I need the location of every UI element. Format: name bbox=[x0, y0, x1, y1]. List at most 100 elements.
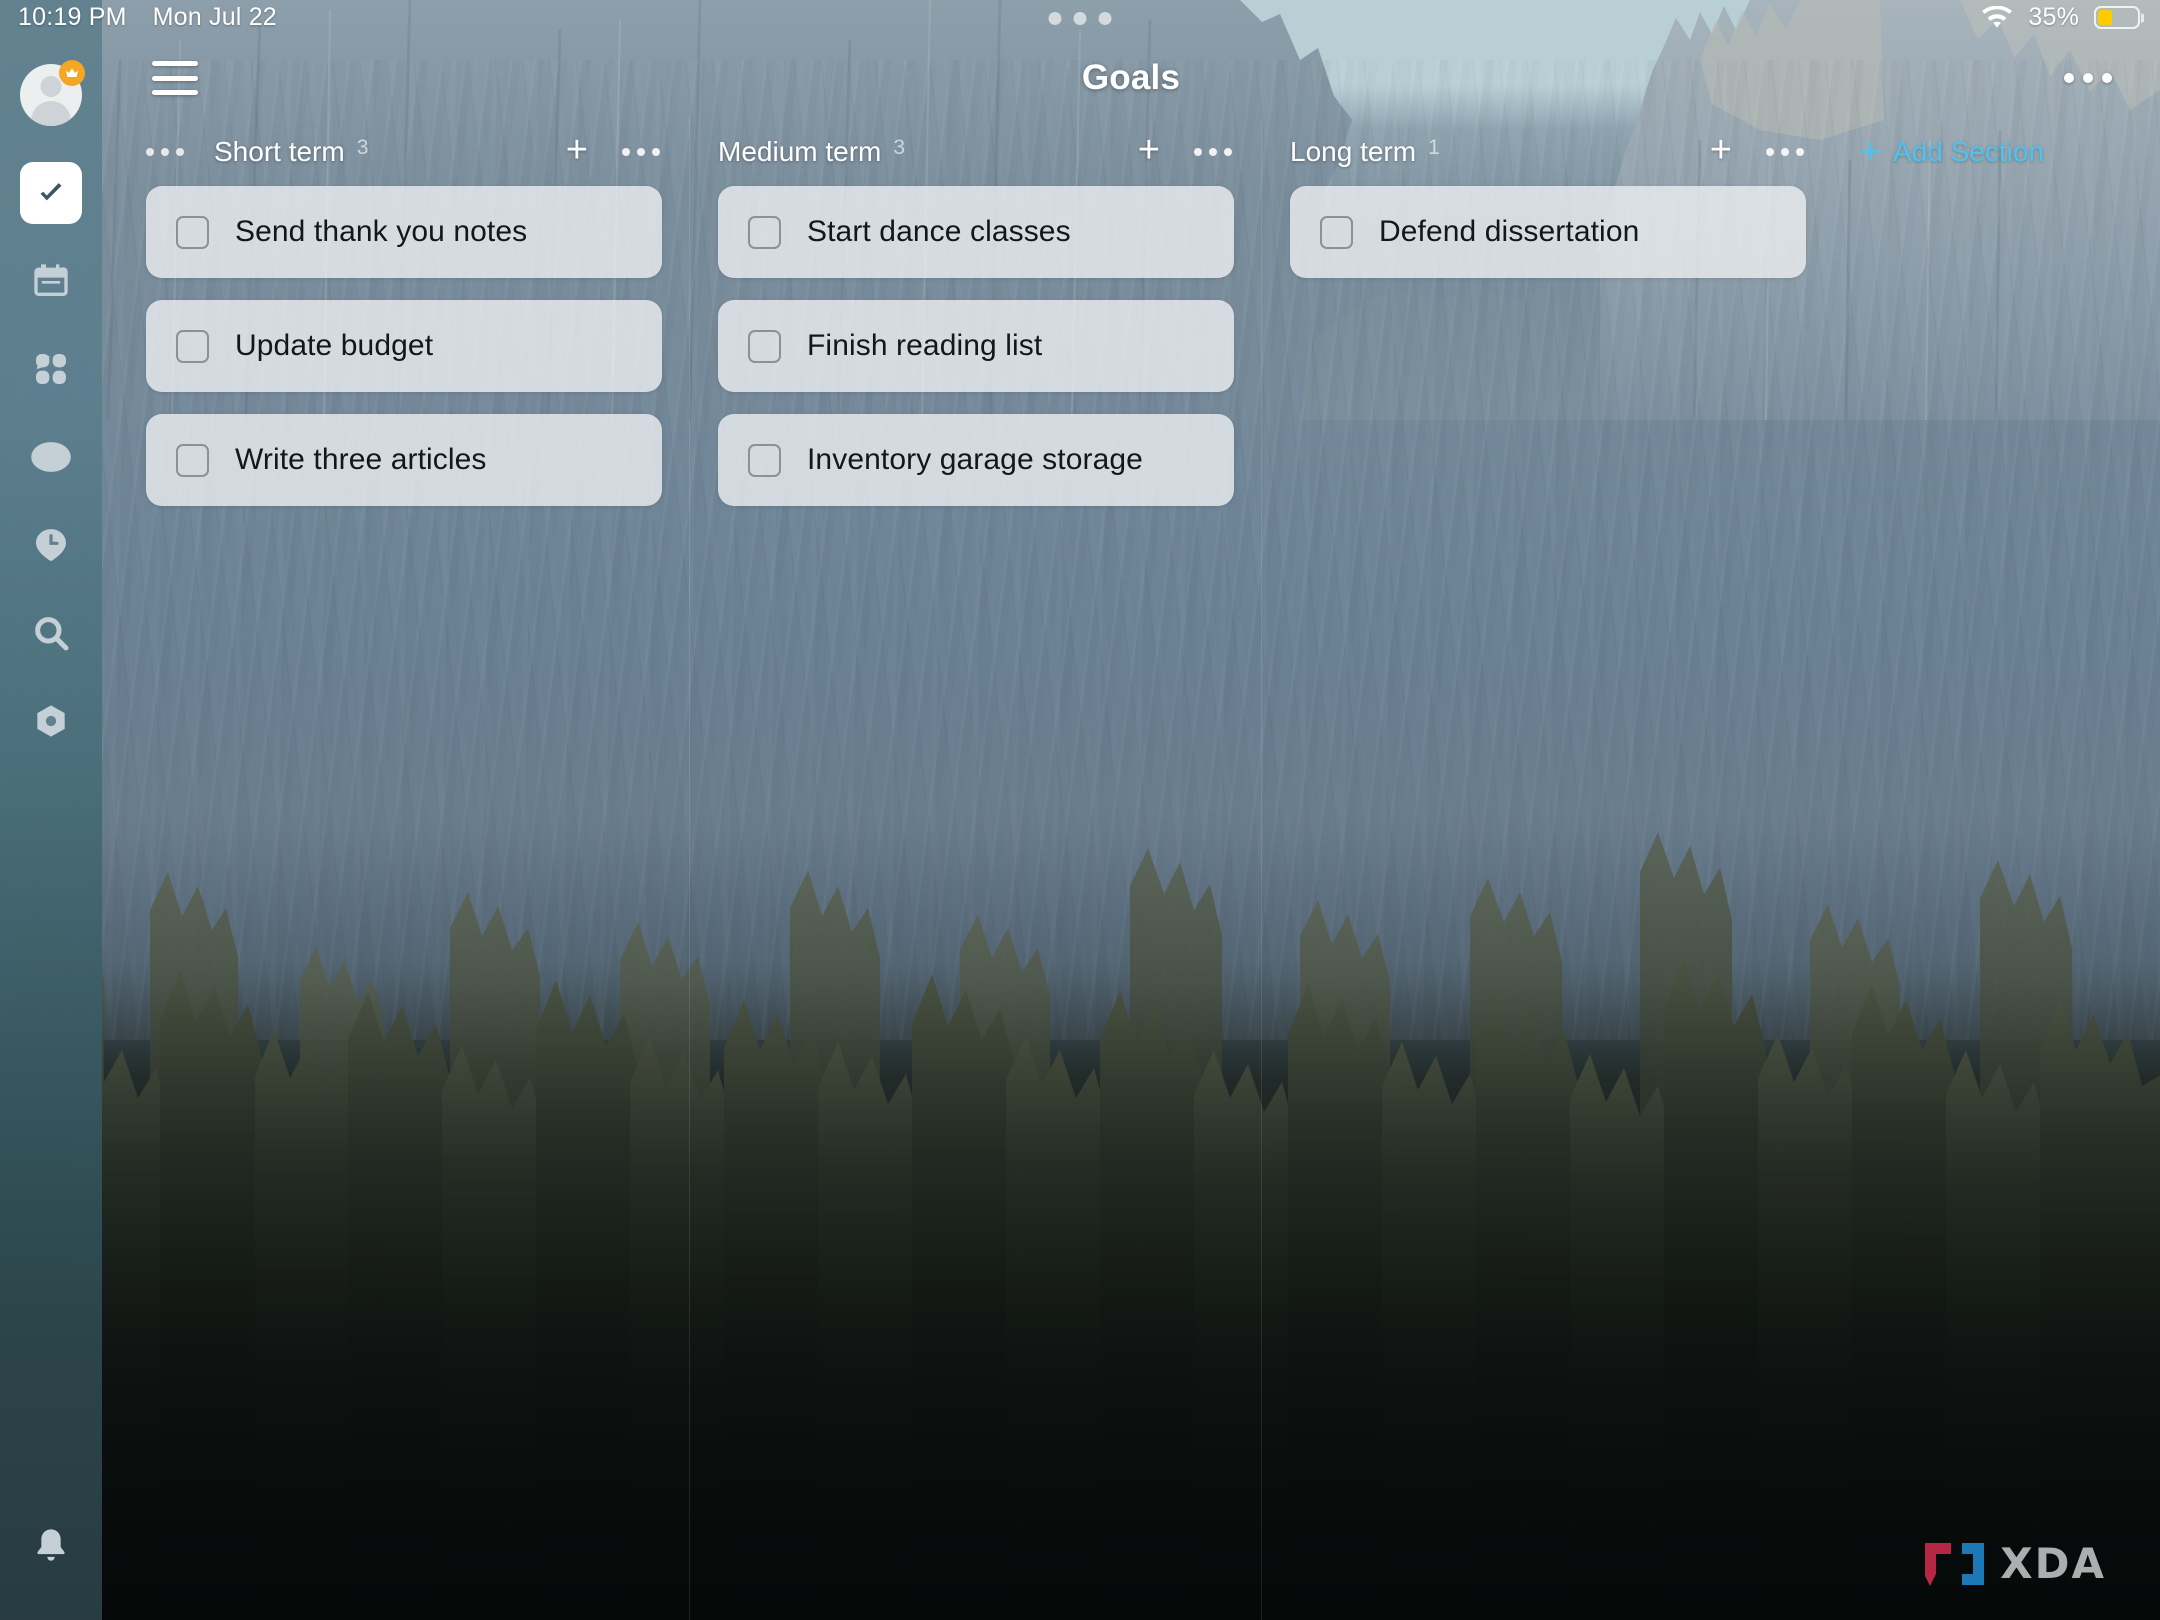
column-title: Short term bbox=[214, 136, 345, 167]
task-list: Send thank you notes Update budget Write… bbox=[132, 186, 676, 506]
add-task-plus-icon[interactable]: + bbox=[1138, 131, 1160, 169]
task-checkbox[interactable] bbox=[748, 215, 781, 249]
plus-icon: + bbox=[1860, 129, 1882, 171]
column-task-count: 3 bbox=[893, 136, 906, 159]
more-dot bbox=[2083, 73, 2093, 83]
add-task-plus-icon[interactable]: + bbox=[1710, 131, 1732, 169]
wifi-icon bbox=[1982, 5, 2013, 28]
column-task-count: 3 bbox=[356, 136, 369, 159]
task-checkbox[interactable] bbox=[176, 329, 209, 363]
task-checkbox[interactable] bbox=[1320, 215, 1353, 249]
more-dot bbox=[652, 148, 660, 156]
header-more-options-icon[interactable] bbox=[2064, 73, 2112, 83]
handle-dot bbox=[1048, 12, 1062, 25]
search-icon bbox=[35, 617, 69, 651]
column-header: Medium term 3 + bbox=[704, 118, 1248, 186]
board-column-long-term: Long term 1 + Defend dissertation bbox=[1262, 118, 1834, 1620]
status-bar-left: 10:19 PM Mon Jul 22 bbox=[18, 3, 277, 32]
handle-dot bbox=[146, 148, 154, 156]
column-header: Long term 1 + bbox=[1276, 118, 1820, 186]
more-dot bbox=[1209, 148, 1217, 156]
sidebar-item-calendar[interactable] bbox=[20, 250, 82, 312]
battery-fill bbox=[2098, 10, 2112, 25]
xda-left-bracket-icon bbox=[1925, 1542, 1952, 1586]
kanban-board: Short term 3 + Send thank you notes Upda… bbox=[102, 118, 2160, 1620]
settings-gear-icon bbox=[37, 705, 65, 737]
column-task-count: 1 bbox=[1428, 136, 1440, 159]
task-title: Finish reading list bbox=[807, 329, 1043, 362]
more-dot bbox=[1796, 148, 1804, 156]
battery-low-power-icon bbox=[2094, 6, 2140, 29]
sidebar-item-search[interactable] bbox=[20, 602, 82, 664]
task-title: Inventory garage storage bbox=[807, 443, 1143, 476]
app-header: Goals bbox=[102, 38, 2160, 118]
grid-habit-icon bbox=[36, 354, 66, 384]
xda-watermark: XDA bbox=[1923, 1539, 2106, 1588]
sidebar-item-habits[interactable] bbox=[20, 338, 82, 400]
sidebar-nav bbox=[20, 162, 82, 778]
add-section-label: Add Section bbox=[1893, 136, 2045, 167]
task-card[interactable]: Send thank you notes bbox=[146, 186, 662, 278]
xda-right-bracket-icon bbox=[1962, 1542, 1985, 1585]
status-time: 10:19 PM bbox=[18, 3, 127, 31]
task-checkbox[interactable] bbox=[176, 215, 209, 249]
avatar[interactable] bbox=[20, 60, 85, 126]
task-card[interactable]: Update budget bbox=[146, 300, 662, 392]
task-title: Update budget bbox=[235, 329, 434, 362]
more-dot bbox=[2102, 73, 2112, 83]
task-title: Start dance classes bbox=[807, 215, 1071, 248]
more-dot bbox=[1781, 148, 1789, 156]
add-section-button[interactable]: + Add Section bbox=[1834, 118, 2044, 186]
sidebar-item-settings[interactable] bbox=[20, 690, 82, 752]
column-more-options-icon[interactable] bbox=[1194, 148, 1232, 156]
task-title: Defend dissertation bbox=[1379, 215, 1640, 248]
task-list: Defend dissertation bbox=[1276, 186, 1820, 278]
status-bar-right: 35% bbox=[1981, 3, 2140, 32]
battery-percent: 35% bbox=[2028, 3, 2079, 31]
column-more-options-icon[interactable] bbox=[1766, 148, 1804, 156]
task-card[interactable]: Inventory garage storage bbox=[718, 414, 1234, 506]
column-drag-handle[interactable] bbox=[146, 148, 184, 156]
task-title: Write three articles bbox=[235, 443, 487, 476]
sidebar-item-focus[interactable] bbox=[20, 426, 82, 488]
more-dot bbox=[1224, 148, 1232, 156]
column-title: Medium term bbox=[718, 136, 882, 167]
task-card[interactable]: Start dance classes bbox=[718, 186, 1234, 278]
task-checkbox[interactable] bbox=[748, 329, 781, 363]
column-title: Long term bbox=[1290, 136, 1417, 167]
task-list: Start dance classes Finish reading list … bbox=[704, 186, 1248, 506]
sidebar-item-notifications[interactable] bbox=[20, 1514, 82, 1576]
handle-dot bbox=[1073, 12, 1087, 25]
task-checkbox[interactable] bbox=[176, 443, 209, 477]
xda-wordmark: XDA bbox=[2000, 1539, 2106, 1588]
target-eye-icon bbox=[31, 442, 71, 472]
more-dot bbox=[1194, 148, 1202, 156]
more-dot bbox=[637, 148, 645, 156]
multitasking-handle[interactable] bbox=[1048, 12, 1112, 25]
page-title: Goals bbox=[1081, 58, 1181, 97]
more-dot bbox=[1766, 148, 1774, 156]
board-column-short-term: Short term 3 + Send thank you notes Upda… bbox=[118, 118, 690, 1620]
calendar-icon bbox=[34, 264, 68, 296]
column-header: Short term 3 + bbox=[132, 118, 676, 186]
app-sidebar bbox=[0, 0, 102, 1620]
status-date: Mon Jul 22 bbox=[152, 3, 277, 31]
bell-icon bbox=[37, 1529, 65, 1561]
handle-dot bbox=[161, 148, 169, 156]
add-task-plus-icon[interactable]: + bbox=[566, 131, 588, 169]
xda-brackets-icon bbox=[1923, 1541, 1986, 1587]
sidebar-item-pomodoro[interactable] bbox=[20, 514, 82, 576]
task-title: Send thank you notes bbox=[235, 215, 528, 248]
task-card[interactable]: Defend dissertation bbox=[1290, 186, 1806, 278]
more-dot bbox=[2064, 73, 2074, 83]
sidebar-item-tasks[interactable] bbox=[20, 162, 82, 224]
handle-dot bbox=[1098, 12, 1112, 25]
task-card[interactable]: Finish reading list bbox=[718, 300, 1234, 392]
pomodoro-clock-icon bbox=[36, 529, 66, 561]
task-checkbox[interactable] bbox=[748, 443, 781, 477]
more-dot bbox=[622, 148, 630, 156]
board-column-medium-term: Medium term 3 + Start dance classes Fini… bbox=[690, 118, 1262, 1620]
handle-dot bbox=[176, 148, 184, 156]
task-card[interactable]: Write three articles bbox=[146, 414, 662, 506]
column-more-options-icon[interactable] bbox=[622, 148, 660, 156]
